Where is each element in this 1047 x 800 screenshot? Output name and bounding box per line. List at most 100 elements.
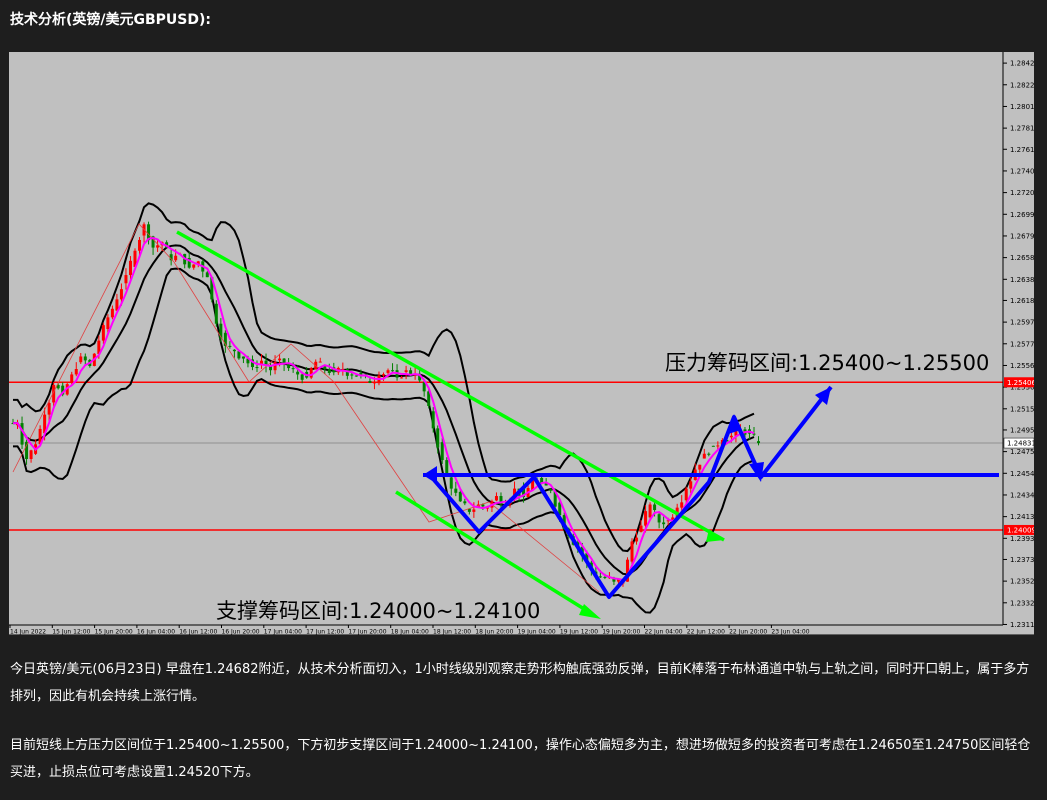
candle-body (404, 370, 408, 373)
y-tick-label: 1.25975 (1010, 319, 1034, 327)
candle-body (689, 481, 693, 489)
candle-body (382, 374, 385, 376)
x-tick-label: 22 Jun 04:00 (645, 629, 683, 636)
candle-body (192, 264, 196, 268)
chart-svg: 1.28425 1.28220 1.28015 1.27810 1.27610 1.274… (9, 52, 1034, 635)
analysis-paragraph-1: 今日英镑/美元(06月23日) 早盘在1.24682附近，从技术分析面切入，1小… (10, 662, 1030, 704)
current-price-label: 1.24831 (1007, 440, 1034, 448)
candle-body (47, 403, 51, 415)
candle-body (757, 441, 761, 444)
candle-body (684, 488, 688, 501)
y-tick-label: 1.26995 (1010, 211, 1034, 219)
y-tick-label: 1.24750 (1010, 448, 1034, 456)
x-tick-label: 16 Jun 12:00 (179, 629, 217, 636)
candle-body (300, 374, 304, 380)
x-tick-label: 19 Jun 12:00 (560, 629, 598, 636)
support-zone-label: 支撑筹码区间:1.24000~1.24100 (216, 599, 540, 623)
candle-body (350, 374, 354, 376)
support-price-label: 1.24009 (1007, 526, 1034, 534)
y-tick-label: 1.23115 (1010, 621, 1034, 629)
candle-body (662, 522, 666, 525)
candle-body (119, 289, 123, 300)
candle-body (400, 377, 404, 379)
candle-body (409, 370, 413, 375)
candle-body (436, 428, 440, 448)
candle-body (472, 509, 476, 512)
candle-body (729, 435, 733, 438)
y-tick-label: 1.26585 (1010, 254, 1034, 262)
y-tick-label: 1.27405 (1010, 167, 1034, 175)
candle-body (386, 370, 390, 373)
candle-body (707, 453, 711, 455)
candle-body (138, 239, 142, 251)
candle-body (124, 275, 128, 284)
candle-body (598, 576, 602, 578)
candle-body (25, 441, 29, 460)
candle-body (648, 504, 652, 518)
moving-average-line (12, 236, 755, 582)
x-tick-label: 23 Jun 04:00 (771, 629, 809, 636)
y-tick-label: 1.26180 (1010, 297, 1034, 305)
candle-body (228, 345, 232, 347)
x-tick-label: 15 Jun 20:00 (95, 629, 133, 636)
candle-body (657, 514, 661, 523)
y-tick-label: 1.28220 (1010, 81, 1034, 89)
x-tick-label: 19 Jun 20:00 (602, 629, 640, 636)
candle-body (205, 272, 209, 278)
candle-body (454, 488, 458, 493)
x-tick-label: 16 Jun 20:00 (222, 629, 260, 636)
candle-body (494, 496, 498, 501)
candle-body (83, 356, 87, 361)
candle-body (323, 366, 327, 370)
candle-body (639, 525, 643, 532)
x-tick-label: 18 Jun 04:00 (391, 629, 429, 636)
candle-body (101, 325, 105, 341)
candle-body (128, 260, 132, 276)
candle-body (255, 367, 259, 369)
candle-body (318, 361, 322, 363)
candle-body (260, 360, 264, 364)
candle-body (440, 442, 444, 461)
candle-body (291, 368, 295, 370)
x-tick-label: 16 Jun 04:00 (137, 629, 175, 636)
resistance-price-label: 1.25406 (1007, 379, 1034, 387)
candle-body (309, 368, 313, 378)
candle-body (74, 369, 78, 375)
candle-body (214, 303, 218, 324)
analysis-paragraph-2: 目前短线上方压力区间位于1.25400~1.25500，下方初步支撑区间于1.2… (10, 738, 1031, 780)
candle-body (391, 370, 395, 372)
y-tick-label: 1.24545 (1010, 470, 1034, 478)
candle-body (278, 358, 282, 361)
y-tick-label: 1.25565 (1010, 362, 1034, 370)
y-tick-label: 1.23320 (1010, 599, 1034, 607)
y-tick-label: 1.25155 (1010, 405, 1034, 413)
candle-body (296, 371, 300, 375)
candle-body (698, 464, 702, 470)
zigzag-line (12, 223, 600, 593)
x-tick-label: 18 Jun 20:00 (475, 629, 513, 636)
candle-body (110, 308, 114, 318)
y-tick-label: 1.28425 (1010, 60, 1034, 68)
y-tick-label: 1.24340 (1010, 491, 1034, 499)
candle-body (716, 445, 720, 447)
candle-body (368, 381, 372, 383)
trend-channel-upper (176, 230, 725, 542)
candle-body (174, 255, 178, 261)
x-tick-label: 18 Jun 12:00 (433, 629, 471, 636)
candle-body (644, 511, 648, 526)
candle-body (327, 369, 331, 374)
y-tick-label: 1.27810 (1010, 125, 1034, 133)
y-tick-label: 1.27200 (1010, 189, 1034, 197)
x-tick-label: 19 Jun 04:00 (518, 629, 556, 636)
x-tick-label: 14 Jun 2022 (10, 629, 46, 636)
candle-body (635, 537, 639, 542)
resistance-zone-label: 压力筹码区间:1.25400~1.25500 (665, 351, 989, 375)
x-tick-label: 15 Jun 12:00 (52, 629, 90, 636)
candle-body (630, 541, 634, 562)
candle-body (241, 356, 245, 359)
candle-body (232, 349, 236, 352)
candle-body (711, 445, 715, 447)
x-tick-label: 22 Jun 20:00 (729, 629, 767, 636)
x-tick-label: 17 Jun 20:00 (348, 629, 386, 636)
y-tick-label: 1.24135 (1010, 513, 1034, 521)
